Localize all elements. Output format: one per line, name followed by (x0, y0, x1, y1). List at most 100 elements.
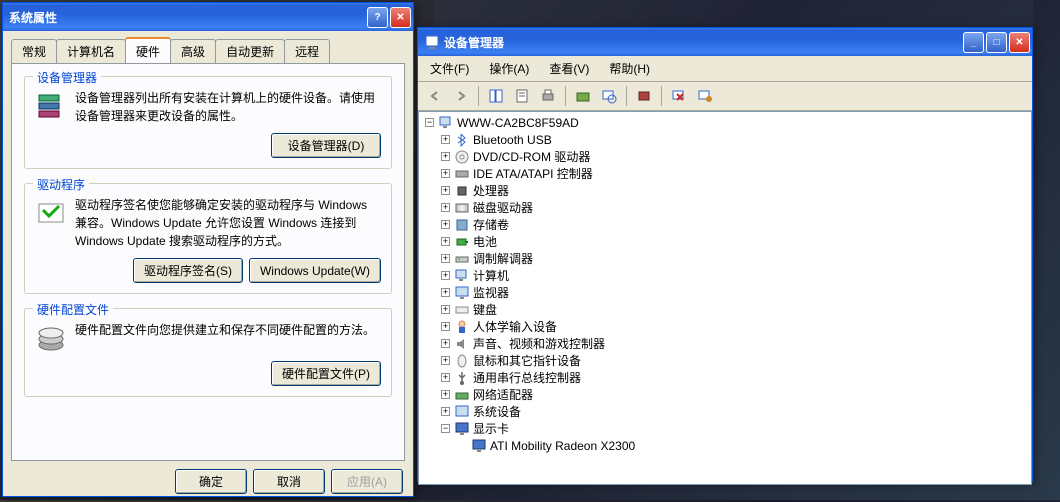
print-button[interactable] (537, 85, 559, 107)
device-manager-button[interactable]: 设备管理器(D) (271, 133, 381, 158)
expand-icon[interactable]: + (441, 169, 450, 178)
update-driver-button[interactable] (572, 85, 594, 107)
group-text: 设备管理器列出所有安装在计算机上的硬件设备。请使用设备管理器来更改设备的属性。 (75, 89, 381, 125)
device-manager-group: 设备管理器 设备管理器列出所有安装在计算机上的硬件设备。请使用设备管理器来更改设… (24, 76, 392, 169)
window-title: 设备管理器 (444, 34, 963, 51)
expand-icon[interactable]: + (441, 322, 450, 331)
maximize-button[interactable]: □ (986, 32, 1007, 53)
menu-view[interactable]: 查看(V) (541, 58, 597, 79)
expand-icon[interactable]: + (441, 254, 450, 263)
tree-device[interactable]: ATI Mobility Radeon X2300 (421, 437, 1029, 454)
expand-icon[interactable]: + (441, 203, 450, 212)
device-tree[interactable]: −WWW-CA2BC8F59AD+Bluetooth USB+DVD/CD-RO… (418, 111, 1032, 485)
expand-icon[interactable]: + (441, 339, 450, 348)
group-text: 驱动程序签名使您能够确定安装的驱动程序与 Windows 兼容。Windows … (75, 196, 381, 250)
close-button[interactable]: ✕ (390, 7, 411, 28)
tree-label: 人体学输入设备 (473, 318, 557, 335)
titlebar[interactable]: 系统属性 ? ✕ (3, 3, 413, 31)
tree-category[interactable]: + 监视器 (421, 284, 1029, 301)
tab-autoupdate[interactable]: 自动更新 (215, 39, 285, 63)
forward-button[interactable] (450, 85, 472, 107)
display-icon (471, 438, 487, 454)
tree-category[interactable]: + 键盘 (421, 301, 1029, 318)
tree-root[interactable]: −WWW-CA2BC8F59AD (421, 114, 1029, 131)
app-icon (424, 34, 440, 50)
driver-signing-button[interactable]: 驱动程序签名(S) (133, 258, 243, 283)
tree-category[interactable]: + 人体学输入设备 (421, 318, 1029, 335)
disc-icon (454, 149, 470, 165)
expand-icon[interactable]: + (441, 390, 450, 399)
expand-icon[interactable]: + (441, 152, 450, 161)
tree-category[interactable]: +Bluetooth USB (421, 131, 1029, 148)
tree-category[interactable]: −显示卡 (421, 420, 1029, 437)
hardware-profiles-button[interactable]: 硬件配置文件(P) (271, 361, 381, 386)
collapse-icon[interactable]: − (425, 118, 434, 127)
tree-label: 鼠标和其它指针设备 (473, 352, 581, 369)
tree-category[interactable]: +处理器 (421, 182, 1029, 199)
tree-label: 监视器 (473, 284, 509, 301)
tab-computername[interactable]: 计算机名 (56, 39, 126, 63)
expand-icon[interactable]: + (441, 220, 450, 229)
help-button[interactable]: ? (367, 7, 388, 28)
back-button[interactable] (424, 85, 446, 107)
expand-icon[interactable]: + (441, 271, 450, 280)
disable-button[interactable] (633, 85, 655, 107)
cancel-button[interactable]: 取消 (253, 469, 325, 494)
tree-category[interactable]: +存储卷 (421, 216, 1029, 233)
close-button[interactable]: ✕ (1009, 32, 1030, 53)
tab-hardware[interactable]: 硬件 (125, 37, 171, 63)
tab-general[interactable]: 常规 (11, 39, 57, 63)
desktop-background (433, 0, 1033, 28)
expand-icon[interactable]: + (441, 135, 450, 144)
group-text: 硬件配置文件向您提供建立和保存不同硬件配置的方法。 (75, 321, 381, 339)
tree-category[interactable]: +电池 (421, 233, 1029, 250)
system-icon (454, 404, 470, 420)
expand-icon[interactable]: + (441, 288, 450, 297)
refresh-button[interactable] (694, 85, 716, 107)
apply-button[interactable]: 应用(A) (331, 469, 403, 494)
tree-category[interactable]: +网络适配器 (421, 386, 1029, 403)
hardware-profiles-icon (35, 321, 67, 353)
tree-label: 调制解调器 (473, 250, 533, 267)
minimize-button[interactable]: _ (963, 32, 984, 53)
expand-icon[interactable]: + (441, 407, 450, 416)
expand-icon[interactable]: + (441, 305, 450, 314)
ok-button[interactable]: 确定 (175, 469, 247, 494)
separator (661, 86, 662, 106)
tree-label: 键盘 (473, 301, 497, 318)
tree-label: IDE ATA/ATAPI 控制器 (473, 165, 593, 182)
expand-icon[interactable]: + (441, 186, 450, 195)
tree-category[interactable]: +计算机 (421, 267, 1029, 284)
device-manager-icon (35, 89, 67, 121)
expand-icon[interactable]: + (441, 373, 450, 382)
window-title: 系统属性 (9, 9, 367, 26)
usb-icon (454, 370, 470, 386)
menu-file[interactable]: 文件(F) (422, 58, 477, 79)
show-hide-tree-button[interactable] (485, 85, 507, 107)
uninstall-button[interactable] (668, 85, 690, 107)
tree-category[interactable]: +通用串行总线控制器 (421, 369, 1029, 386)
tree-category[interactable]: + IDE ATA/ATAPI 控制器 (421, 165, 1029, 182)
volume-icon (454, 217, 470, 233)
tab-advanced[interactable]: 高级 (170, 39, 216, 63)
tree-category[interactable]: +系统设备 (421, 403, 1029, 420)
keyboard-icon (454, 302, 470, 318)
tree-category[interactable]: + 调制解调器 (421, 250, 1029, 267)
dialog-buttons: 确定 取消 应用(A) (3, 461, 413, 502)
tab-remote[interactable]: 远程 (284, 39, 330, 63)
tree-category[interactable]: +声音、视频和游戏控制器 (421, 335, 1029, 352)
expand-icon[interactable]: + (441, 356, 450, 365)
tab-content: 设备管理器 设备管理器列出所有安装在计算机上的硬件设备。请使用设备管理器来更改设… (11, 63, 405, 461)
expand-icon[interactable]: + (441, 237, 450, 246)
expand-icon[interactable]: − (441, 424, 450, 433)
tree-category[interactable]: + 鼠标和其它指针设备 (421, 352, 1029, 369)
scan-hardware-button[interactable] (598, 85, 620, 107)
titlebar[interactable]: 设备管理器 _ □ ✕ (418, 28, 1032, 56)
menu-help[interactable]: 帮助(H) (601, 58, 658, 79)
windows-update-button[interactable]: Windows Update(W) (249, 258, 381, 283)
properties-button[interactable] (511, 85, 533, 107)
drivers-group: 驱动程序 驱动程序签名使您能够确定安装的驱动程序与 Windows 兼容。Win… (24, 183, 392, 294)
tree-category[interactable]: +磁盘驱动器 (421, 199, 1029, 216)
menu-action[interactable]: 操作(A) (481, 58, 537, 79)
tree-category[interactable]: +DVD/CD-ROM 驱动器 (421, 148, 1029, 165)
